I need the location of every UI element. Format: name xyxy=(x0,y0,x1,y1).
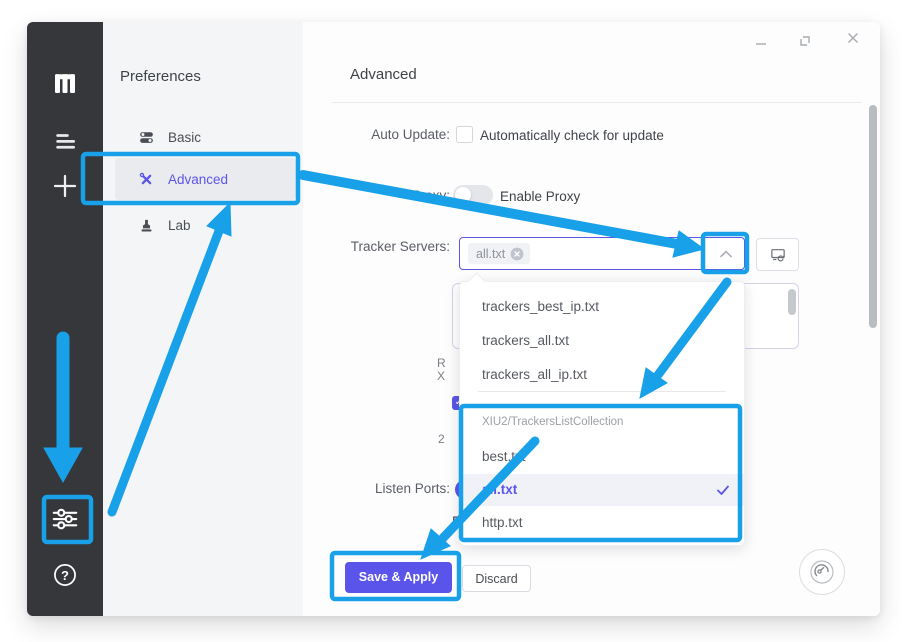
basic-icon xyxy=(138,129,155,146)
save-apply-button[interactable]: Save & Apply xyxy=(345,562,452,593)
title-divider xyxy=(332,102,862,103)
app-sidebar: ? xyxy=(27,22,103,616)
screen: ? Preferences Basic xyxy=(0,0,902,642)
proxy-toggle-label: Enable Proxy xyxy=(500,189,580,204)
advanced-icon xyxy=(138,171,155,188)
speed-limit-button[interactable] xyxy=(799,549,845,595)
dropdown-caret xyxy=(467,272,485,290)
dropdown-option[interactable]: best.txt xyxy=(460,440,744,474)
sync-icon xyxy=(769,246,787,264)
dropdown-option[interactable]: trackers_best_ip.txt xyxy=(460,290,744,324)
page-title: Advanced xyxy=(350,66,417,83)
add-task-icon[interactable] xyxy=(50,171,80,201)
tracker-servers-label: Tracker Servers: xyxy=(323,239,450,254)
preferences-icon[interactable] xyxy=(50,504,80,534)
chevron-up-icon[interactable] xyxy=(719,248,733,260)
option-label: all.txt xyxy=(482,482,517,497)
check-icon xyxy=(716,483,730,497)
panel-scrollbar[interactable] xyxy=(869,105,877,328)
maximize-button[interactable] xyxy=(797,32,813,48)
sidebar-item-lab[interactable]: Lab xyxy=(115,206,284,244)
proxy-toggle[interactable] xyxy=(453,185,493,205)
dropdown-option[interactable]: http.txt xyxy=(460,506,744,540)
preferences-title: Preferences xyxy=(120,68,201,85)
tag-label: all.txt xyxy=(476,247,505,261)
sidebar-item-label: Advanced xyxy=(168,172,228,187)
dropdown-group-label: XIU2/TrackersListCollection xyxy=(460,410,744,434)
close-button[interactable] xyxy=(845,30,861,46)
svg-text:?: ? xyxy=(61,568,69,583)
tracker-servers-select[interactable]: all.txt xyxy=(459,237,745,270)
dropdown-option-selected[interactable]: all.txt xyxy=(460,474,744,506)
hint-fragment: X xyxy=(437,369,445,383)
sidebar-item-basic[interactable]: Basic xyxy=(115,118,284,156)
hint-fragment: R xyxy=(437,356,446,370)
task-list-icon[interactable] xyxy=(50,126,80,156)
listen-ports-label: Listen Ports: xyxy=(323,481,450,496)
auto-update-checkbox[interactable] xyxy=(456,126,473,143)
tag-remove-icon[interactable] xyxy=(510,247,524,261)
toggle-knob xyxy=(455,187,471,203)
dropdown-divider xyxy=(478,391,726,392)
textarea-scrollbar[interactable] xyxy=(788,289,796,315)
app-window: ? Preferences Basic xyxy=(27,22,880,616)
sidebar-item-advanced[interactable]: Advanced xyxy=(115,158,296,200)
dropdown-option[interactable]: trackers_all_ip.txt xyxy=(460,358,744,392)
timestamp-fragment: 2 xyxy=(438,432,445,446)
lab-icon xyxy=(138,217,155,234)
preferences-panel: Preferences Basic xyxy=(103,22,303,616)
auto-update-checkbox-label[interactable]: Automatically check for update xyxy=(480,128,664,143)
minimize-button[interactable] xyxy=(753,36,769,52)
sidebar-item-label: Basic xyxy=(168,130,201,145)
advanced-settings-panel: Advanced Auto Update: Automatically chec… xyxy=(303,22,880,616)
proxy-label: Proxy: xyxy=(323,188,450,203)
selected-tag: all.txt xyxy=(468,243,530,264)
dropdown-option[interactable]: trackers_all.txt xyxy=(460,324,744,358)
discard-button[interactable]: Discard xyxy=(462,565,531,592)
help-icon[interactable]: ? xyxy=(52,562,78,588)
speedometer-icon xyxy=(809,559,835,585)
auto-update-label: Auto Update: xyxy=(323,127,450,142)
sidebar-item-label: Lab xyxy=(168,218,191,233)
tracker-dropdown: trackers_best_ip.txt trackers_all.txt tr… xyxy=(459,281,745,546)
motrix-logo-icon xyxy=(50,68,80,98)
sync-trackers-button[interactable] xyxy=(756,238,799,271)
